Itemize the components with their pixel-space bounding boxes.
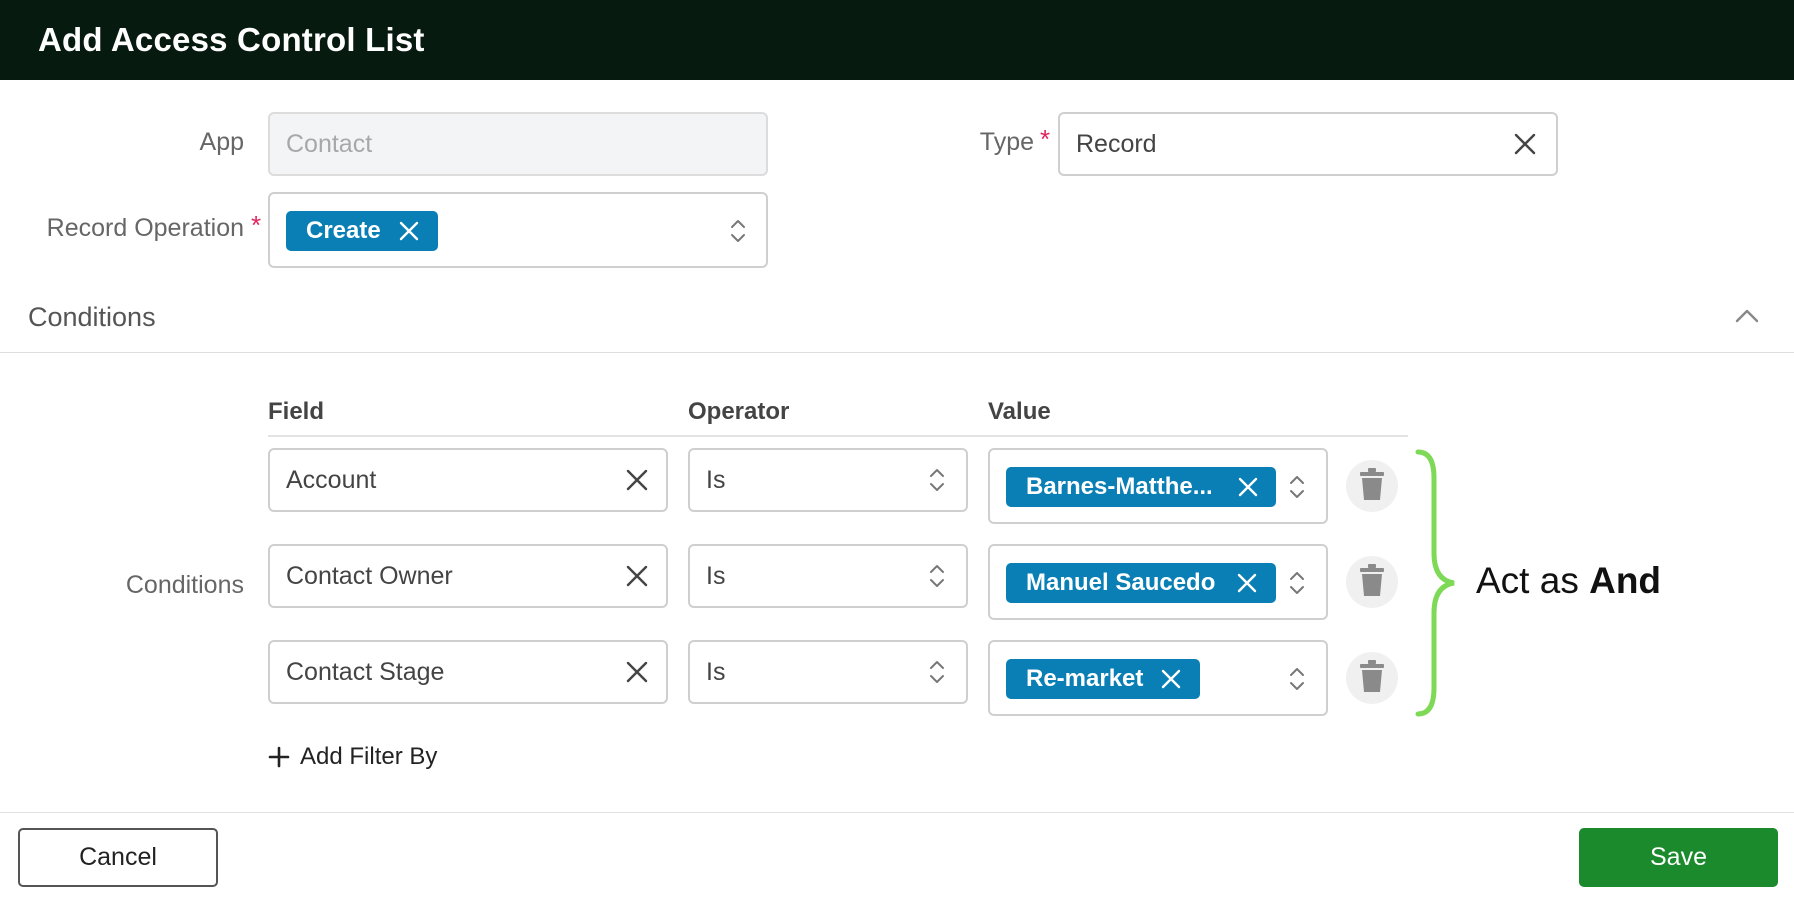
record-operation-required-marker: * (251, 210, 262, 240)
condition-value-chip[interactable]: Re-market (1006, 659, 1200, 699)
updown-icon[interactable] (928, 561, 946, 591)
condition-operator-value: Is (706, 561, 726, 590)
conditions-section-title: Conditions (28, 302, 156, 332)
close-icon[interactable] (1512, 131, 1538, 157)
close-icon[interactable] (398, 220, 420, 242)
annotation-prefix: Act as (1476, 560, 1579, 601)
close-icon[interactable] (624, 563, 650, 589)
condition-field-value: Contact Stage (286, 657, 445, 686)
record-operation-chip[interactable]: Create (286, 211, 438, 251)
annotation-emphasis: And (1589, 560, 1662, 601)
chip-label: Barnes-Matthe... (1026, 473, 1213, 500)
delete-condition-button[interactable] (1346, 460, 1398, 512)
condition-value-select[interactable]: Barnes-Matthe... (988, 448, 1328, 524)
trash-icon (1358, 659, 1386, 698)
dialog-header: Add Access Control List (0, 0, 1794, 80)
plus-icon (268, 746, 290, 768)
field-column-header: Field (268, 398, 325, 425)
condition-field-select[interactable]: Contact Owner (268, 544, 668, 608)
condition-operator-value: Is (706, 657, 726, 686)
record-operation-select[interactable]: Create (268, 192, 768, 268)
condition-operator-select[interactable]: Is (688, 544, 968, 608)
columns-divider (268, 435, 1408, 437)
updown-icon[interactable] (928, 657, 946, 687)
condition-value-select[interactable]: Re-market (988, 640, 1328, 716)
chevron-up-icon[interactable] (1733, 306, 1761, 326)
updown-icon[interactable] (1288, 664, 1306, 694)
condition-operator-select[interactable]: Is (688, 640, 968, 704)
add-filter-label: Add Filter By (300, 743, 438, 770)
app-field: Contact (268, 112, 768, 176)
app-field-value: Contact (286, 129, 373, 158)
close-icon[interactable] (624, 467, 650, 493)
updown-icon[interactable] (1288, 568, 1306, 598)
updown-icon[interactable] (928, 465, 946, 495)
conditions-row-label: Conditions (125, 571, 244, 599)
condition-field-select[interactable]: Account (268, 448, 668, 512)
trash-icon (1358, 563, 1386, 602)
condition-operator-select[interactable]: Is (688, 448, 968, 512)
close-icon[interactable] (1160, 668, 1182, 690)
type-select[interactable]: Record (1058, 112, 1558, 176)
section-divider (0, 352, 1794, 353)
brace-annotation (1415, 449, 1455, 717)
updown-icon[interactable] (729, 216, 747, 246)
logic-annotation: Act as And (1476, 560, 1661, 602)
app-label: App (199, 128, 244, 156)
condition-field-value: Contact Owner (286, 561, 453, 590)
type-label: Type (979, 128, 1034, 156)
save-button[interactable]: Save (1579, 828, 1778, 887)
condition-value-chip[interactable]: Barnes-Matthe... (1006, 467, 1276, 507)
condition-value-chip[interactable]: Manuel Saucedo (1006, 563, 1276, 603)
operator-column-header: Operator (688, 398, 790, 425)
footer-divider (0, 812, 1794, 813)
condition-operator-value: Is (706, 465, 726, 494)
cancel-button-label: Cancel (79, 843, 157, 871)
value-column-header: Value (988, 398, 1051, 425)
type-required-marker: * (1040, 124, 1051, 154)
close-icon[interactable] (1236, 572, 1258, 594)
trash-icon (1358, 467, 1386, 506)
chip-label: Re-market (1026, 665, 1144, 692)
save-button-label: Save (1650, 843, 1707, 871)
delete-condition-button[interactable] (1346, 556, 1398, 608)
record-operation-label: Record Operation (46, 214, 244, 242)
delete-condition-button[interactable] (1346, 652, 1398, 704)
close-icon[interactable] (1237, 476, 1259, 498)
dialog-title: Add Access Control List (38, 21, 425, 58)
close-icon[interactable] (624, 659, 650, 685)
condition-value-select[interactable]: Manuel Saucedo (988, 544, 1328, 620)
condition-field-select[interactable]: Contact Stage (268, 640, 668, 704)
condition-field-value: Account (286, 465, 377, 494)
updown-icon[interactable] (1288, 472, 1306, 502)
cancel-button[interactable]: Cancel (18, 828, 218, 887)
chip-label: Create (306, 217, 381, 244)
type-select-value: Record (1076, 129, 1157, 158)
chip-label: Manuel Saucedo (1026, 569, 1216, 596)
add-filter-button[interactable]: Add Filter By (268, 743, 437, 771)
